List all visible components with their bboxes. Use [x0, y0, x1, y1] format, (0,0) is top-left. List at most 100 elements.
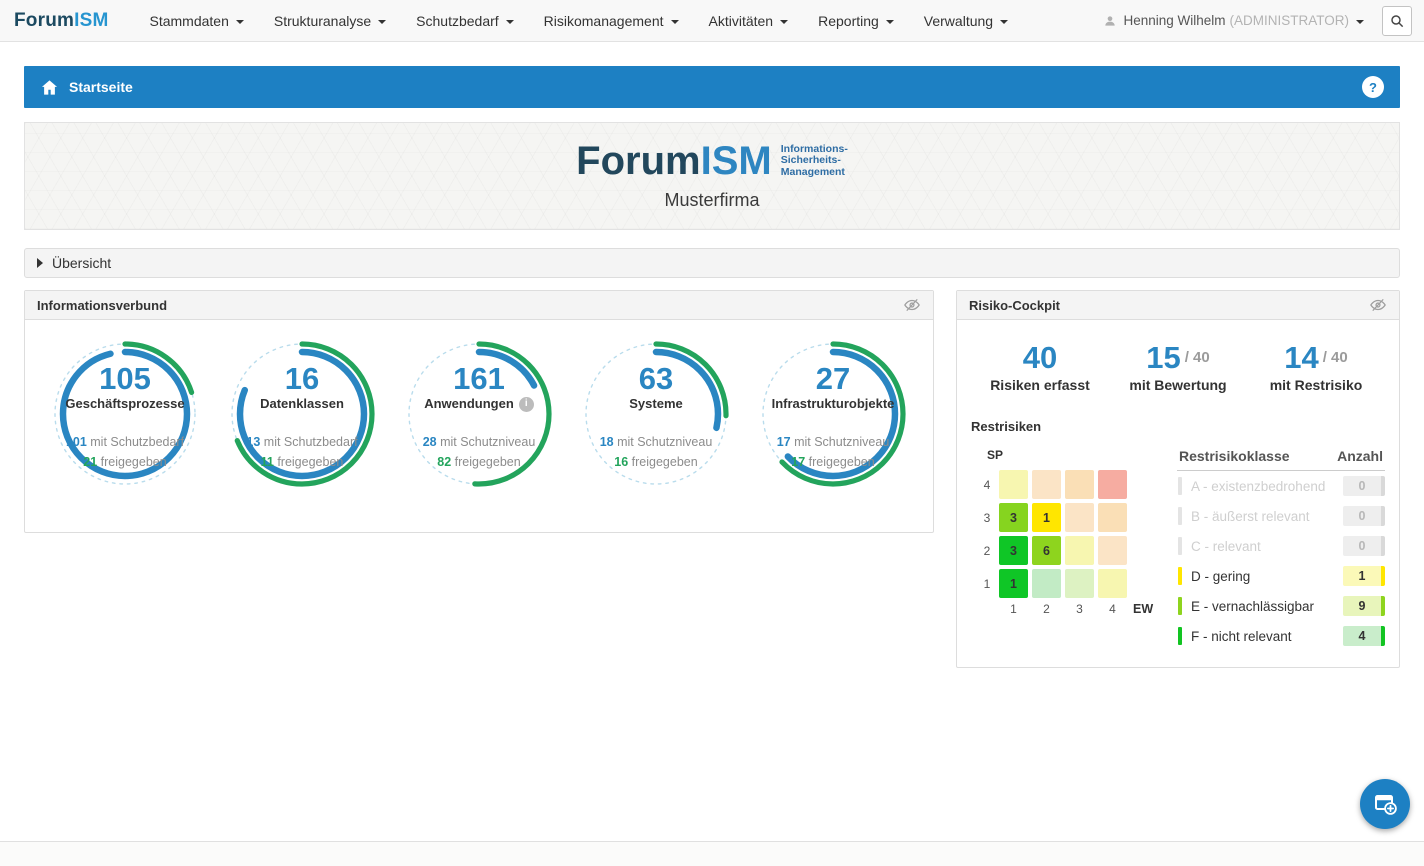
risk-class-color-bar [1178, 507, 1182, 525]
nav-item-aktivitaeten[interactable]: Aktivitäten [694, 0, 804, 42]
risiko-cockpit-panel: Risiko-Cockpit 40Risiken erfasst 15 / 40 mi… [956, 290, 1400, 668]
sub-freigegeben: 16 freigegeben [600, 452, 713, 472]
risk-class-label: D - gering [1191, 569, 1343, 584]
page: ForumISM Stammdaten Strukturanalyse Schutz… [0, 0, 1424, 866]
info-icon[interactable]: i [519, 397, 534, 412]
nav-item-label: Risikomanagement [544, 13, 664, 29]
risk-class-label: A - existenzbedrohend [1191, 479, 1343, 494]
infoverbund-card-systeme[interactable]: 63Systeme18 mit Schutzniveau16 freigegeb… [570, 336, 742, 526]
user-menu[interactable]: Henning Wilhelm (ADMINISTRATOR) [1103, 13, 1364, 28]
card-label: Geschäftsprozesse [65, 396, 184, 412]
matrix-row-label: 4 [979, 478, 995, 492]
cockpit-body: 40Risiken erfasst15/ 40mit Bewertung14/ … [957, 320, 1399, 667]
nav-item-stammdaten[interactable]: Stammdaten [135, 0, 259, 42]
hero-logo: ForumISM Informations-Sicherheits-Manage… [576, 141, 848, 181]
card-count: 16 [285, 362, 319, 396]
risk-stat-label: mit Bewertung [1109, 377, 1247, 393]
matrix-cell-sp4 [999, 470, 1028, 499]
hero-tagline: Informations-Sicherheits-Management [781, 144, 848, 179]
risk-stat-numbers: 15 / 40 [1109, 342, 1247, 374]
hero-banner: ForumISM Informations-Sicherheits-Manage… [24, 122, 1400, 230]
user-role: (ADMINISTRATOR) [1230, 13, 1350, 28]
risk-class-row-b[interactable]: B - äußerst relevant0 [1177, 501, 1385, 531]
risk-class-row-f[interactable]: F - nicht relevant4 [1177, 621, 1385, 651]
card-label-text: Geschäftsprozesse [65, 396, 184, 412]
cockpit-title: Risiko-Cockpit [969, 298, 1060, 313]
matrix-cell-sp1: 1 [999, 569, 1028, 598]
risk-stat-label: Risiken erfasst [971, 377, 1109, 393]
add-entry-fab-button[interactable] [1360, 779, 1410, 829]
nav-item-label: Strukturanalyse [274, 13, 371, 29]
matrix-cell-sp4 [1032, 470, 1061, 499]
risk-class-label: C - relevant [1191, 539, 1343, 554]
matrix-cell-sp1 [1098, 569, 1127, 598]
risk-class-color-bar [1178, 477, 1182, 495]
nav-item-label: Schutzbedarf [416, 13, 499, 29]
risk-stat-total: / 40 [1185, 349, 1210, 366]
infoverbund-panel-header: Informationsverbund [25, 291, 933, 320]
matrix-cell-sp1 [1032, 569, 1061, 598]
infoverbund-card-geschaeftsprozesse[interactable]: 105Geschäftsprozesse101 mit Schutzbedarf… [39, 336, 211, 526]
risk-class-label: F - nicht relevant [1191, 629, 1343, 644]
sub-schutz: 17 mit Schutzniveau [777, 432, 890, 452]
risk-class-color-bar [1178, 537, 1182, 555]
hide-panel-eye-icon[interactable] [1369, 296, 1387, 314]
home-icon[interactable] [40, 78, 59, 97]
card-label: Anwendungen i [424, 396, 534, 412]
dashboard-row: Informationsverbund 105Geschäftsprozesse… [24, 290, 1400, 668]
nav-item-reporting[interactable]: Reporting [803, 0, 909, 42]
nav-item-strukturanalyse[interactable]: Strukturanalyse [259, 0, 401, 42]
risk-stat-risiken-erfasst: 40Risiken erfasst [971, 342, 1109, 393]
footer-divider [0, 841, 1424, 866]
matrix-grid: 4331236111234EW [979, 470, 1167, 616]
card-count: 27 [816, 362, 850, 396]
app-logo[interactable]: ForumISM [14, 10, 109, 32]
risk-matrix: SP 4331236111234EW [971, 440, 1167, 651]
sub-freigegeben-value: 16 [614, 455, 628, 469]
matrix-col-label: 2 [1032, 602, 1061, 616]
sub-schutz-value: 18 [600, 435, 614, 449]
search-button[interactable] [1382, 6, 1412, 36]
breadcrumb-title: Startseite [69, 79, 133, 95]
card-text: 63Systeme18 mit Schutzniveau16 freigegeb… [570, 336, 742, 526]
risk-stat-value: 14 [1284, 340, 1318, 375]
sub-schutz: 101 mit Schutzbedarf [66, 432, 184, 452]
risk-class-row-c[interactable]: C - relevant0 [1177, 531, 1385, 561]
infoverbund-card-anwendungen[interactable]: 161Anwendungeni28 mit Schutzniveau82 fre… [393, 336, 565, 526]
matrix-y-axis-label: SP [987, 448, 1167, 462]
nav-item-verwaltung[interactable]: Verwaltung [909, 0, 1023, 42]
table-header-class: Restrisikoklasse [1179, 448, 1290, 464]
matrix-cell-sp4 [1065, 470, 1094, 499]
risk-stat-mit-bewertung: 15 / 40 mit Bewertung [1109, 342, 1247, 393]
card-sublines: 13 mit Schutzbedarf11 freigegeben [246, 432, 357, 472]
chevron-down-icon [780, 20, 788, 24]
breadcrumb-bar: Startseite ? [24, 66, 1400, 108]
help-button[interactable]: ? [1362, 76, 1384, 98]
chevron-down-icon [506, 20, 514, 24]
risk-class-label: E - vernachlässigbar [1191, 599, 1343, 614]
matrix-cell-sp3 [1065, 503, 1094, 532]
sub-schutz: 28 mit Schutzniveau [423, 432, 536, 452]
card-text: 27Infrastrukturobjekte17 mit Schutznivea… [747, 336, 919, 526]
company-name: Musterfirma [664, 190, 759, 211]
nav-item-risikomanagement[interactable]: Risikomanagement [529, 0, 694, 42]
nav-item-schutzbedarf[interactable]: Schutzbedarf [401, 0, 529, 42]
risk-class-count-badge: 9 [1343, 596, 1385, 616]
hide-panel-eye-icon[interactable] [903, 296, 921, 314]
table-header: Restrisikoklasse Anzahl [1177, 446, 1385, 471]
card-count: 161 [453, 362, 505, 396]
infoverbund-title: Informationsverbund [37, 298, 167, 313]
overview-collapse-bar[interactable]: Übersicht [24, 248, 1400, 278]
app-logo-part1: Forum [14, 10, 74, 31]
risk-class-row-a[interactable]: A - existenzbedrohend0 [1177, 471, 1385, 501]
infoverbund-card-datenklassen[interactable]: 16Datenklassen13 mit Schutzbedarf11 frei… [216, 336, 388, 526]
infoverbund-card-infrastrukturobjekte[interactable]: 27Infrastrukturobjekte17 mit Schutznivea… [747, 336, 919, 526]
overview-label: Übersicht [52, 255, 111, 271]
hero-logo-text: ForumISM [576, 141, 772, 181]
risk-stat-value: 15 [1146, 340, 1180, 375]
sub-freigegeben-value: 82 [437, 455, 451, 469]
card-label-text: Anwendungen [424, 396, 514, 412]
risk-class-row-d[interactable]: D - gering1 [1177, 561, 1385, 591]
risk-class-row-e[interactable]: E - vernachlässigbar9 [1177, 591, 1385, 621]
risk-class-count-badge: 4 [1343, 626, 1385, 646]
